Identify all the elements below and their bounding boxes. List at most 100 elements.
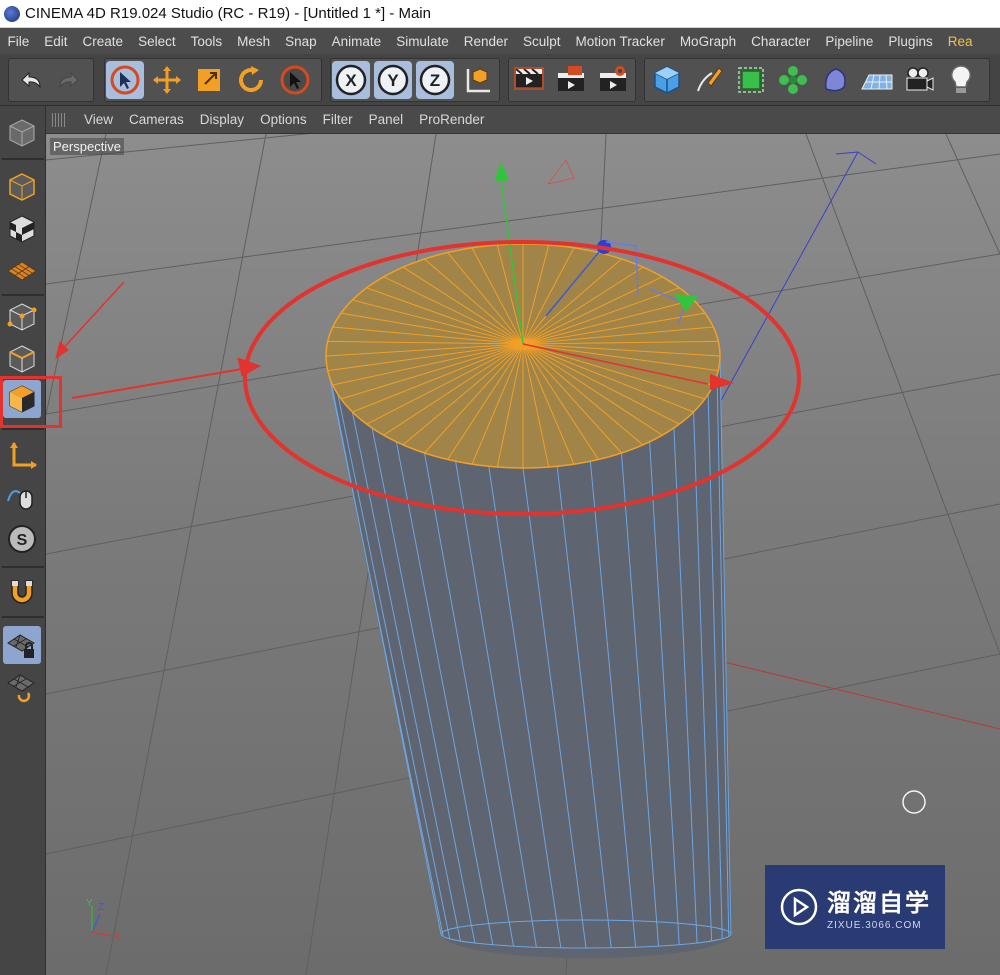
scale-icon bbox=[198, 69, 220, 91]
render-picture-viewer-icon bbox=[558, 66, 584, 91]
locked-workplane-button[interactable] bbox=[3, 626, 41, 664]
x-axis-lock-button[interactable]: X bbox=[332, 61, 370, 99]
menu-animate[interactable]: Animate bbox=[324, 34, 389, 49]
rotate-button[interactable] bbox=[232, 61, 270, 99]
edit-render-settings-icon bbox=[600, 66, 626, 91]
watermark: 溜溜自学 ZIXUE.3066.COM bbox=[765, 865, 945, 949]
deformer-button[interactable] bbox=[816, 61, 854, 99]
menu-simulate[interactable]: Simulate bbox=[389, 34, 457, 49]
light-icon bbox=[950, 65, 972, 93]
workplane-mode-button[interactable] bbox=[3, 252, 41, 290]
texture-mode-icon bbox=[9, 215, 35, 243]
viewport-menu-prorender[interactable]: ProRender bbox=[411, 112, 492, 127]
menu-plugins[interactable]: Plugins bbox=[881, 34, 940, 49]
viewport-menu-panel[interactable]: Panel bbox=[361, 112, 412, 127]
menu-motion-tracker[interactable]: Motion Tracker bbox=[568, 34, 672, 49]
undo-button[interactable] bbox=[12, 61, 50, 99]
redo-button[interactable] bbox=[50, 61, 88, 99]
menu-create[interactable]: Create bbox=[75, 34, 131, 49]
floor-icon bbox=[861, 74, 893, 90]
palette-separator bbox=[2, 616, 44, 618]
gizmo-x-handle[interactable] bbox=[710, 374, 734, 390]
menu-sculpt[interactable]: Sculpt bbox=[516, 34, 569, 49]
planar-workplane-button[interactable] bbox=[3, 668, 41, 706]
cloner-icon bbox=[779, 66, 807, 94]
viewport-menu-display[interactable]: Display bbox=[192, 112, 252, 127]
light-button[interactable] bbox=[942, 61, 980, 99]
indicator-x-label: X bbox=[114, 932, 121, 943]
menu-mograph[interactable]: MoGraph bbox=[672, 34, 743, 49]
scale-button[interactable] bbox=[190, 61, 228, 99]
pen-spline-button[interactable] bbox=[690, 61, 728, 99]
viewport-menu-bar: View Cameras Display Options Filter Pane… bbox=[46, 106, 1000, 134]
menu-edit[interactable]: Edit bbox=[37, 34, 75, 49]
edit-render-settings-button[interactable] bbox=[594, 61, 632, 99]
enable-axis-button[interactable] bbox=[3, 436, 41, 474]
viewport-grip-icon[interactable] bbox=[52, 112, 66, 127]
viewport-menu-view[interactable]: View bbox=[76, 112, 121, 127]
viewport-menu-cameras[interactable]: Cameras bbox=[121, 112, 192, 127]
camera-icon bbox=[906, 67, 934, 91]
grid-line bbox=[46, 134, 310, 161]
y-axis-lock-icon: Y bbox=[377, 64, 409, 96]
palette-separator bbox=[2, 158, 44, 160]
viewport-menu-options[interactable]: Options bbox=[252, 112, 315, 127]
menu-realflow[interactable]: Rea bbox=[940, 34, 980, 49]
menu-file[interactable]: File bbox=[0, 34, 37, 49]
y-axis-lock-button[interactable]: Y bbox=[374, 61, 412, 99]
camera-button[interactable] bbox=[900, 61, 938, 99]
cube-primitive-button[interactable] bbox=[648, 61, 686, 99]
snap-icon bbox=[11, 580, 33, 604]
deformer-icon bbox=[824, 68, 846, 92]
menu-select[interactable]: Select bbox=[131, 34, 184, 49]
mode-palette: S bbox=[0, 106, 46, 975]
model-mode-button[interactable] bbox=[3, 168, 41, 206]
tweak-mode-icon bbox=[7, 490, 33, 510]
coordinate-system-button[interactable] bbox=[458, 61, 496, 99]
tweak-mode-button[interactable] bbox=[3, 478, 41, 516]
menu-snap[interactable]: Snap bbox=[278, 34, 325, 49]
annotation-highlight-box bbox=[0, 376, 62, 428]
menu-pipeline[interactable]: Pipeline bbox=[818, 34, 881, 49]
make-editable-button[interactable] bbox=[3, 114, 41, 152]
render-picture-viewer-button[interactable] bbox=[552, 61, 590, 99]
menu-mesh[interactable]: Mesh bbox=[230, 34, 278, 49]
floor-button[interactable] bbox=[858, 61, 896, 99]
indicator-z-label: Z bbox=[98, 902, 104, 913]
points-mode-button[interactable] bbox=[3, 298, 41, 336]
viewport-menu-filter[interactable]: Filter bbox=[315, 112, 361, 127]
grid-line bbox=[805, 134, 1000, 655]
title-bar: CINEMA 4D R19.024 Studio (RC - R19) - [U… bbox=[0, 0, 1000, 28]
move-button[interactable] bbox=[148, 61, 186, 99]
window-title: CINEMA 4D R19.024 Studio (RC - R19) - [U… bbox=[25, 5, 431, 22]
subdivision-surface-icon bbox=[738, 67, 764, 93]
edges-mode-icon bbox=[9, 345, 35, 373]
rotate-icon bbox=[239, 66, 264, 93]
main-menu-bar: File Edit Create Select Tools Mesh Snap … bbox=[0, 28, 1000, 54]
make-editable-icon bbox=[9, 119, 35, 147]
viewport-scene[interactable]: Y X Z bbox=[46, 134, 1000, 975]
gizmo-y-handle[interactable] bbox=[494, 162, 509, 182]
render-view-button[interactable] bbox=[510, 61, 548, 99]
z-axis-lock-icon: Z bbox=[419, 64, 451, 96]
perspective-viewport[interactable]: Y X Z Perspective 溜溜自学 ZIXUE.3066.COM bbox=[46, 134, 1000, 975]
palette-separator bbox=[2, 294, 44, 296]
watermark-en: ZIXUE.3066.COM bbox=[827, 920, 922, 931]
solo-button[interactable]: S bbox=[3, 520, 41, 558]
subdivision-surface-button[interactable] bbox=[732, 61, 770, 99]
live-selection-button[interactable] bbox=[106, 61, 144, 99]
locked-workplane-icon bbox=[7, 634, 35, 658]
texture-mode-button[interactable] bbox=[3, 210, 41, 248]
navigation-cursor-icon bbox=[902, 790, 926, 814]
snap-button[interactable] bbox=[3, 572, 41, 610]
menu-character[interactable]: Character bbox=[744, 34, 818, 49]
camera-label[interactable]: Perspective bbox=[50, 138, 124, 155]
edges-mode-button[interactable] bbox=[3, 340, 41, 378]
z-axis-lock-button[interactable]: Z bbox=[416, 61, 454, 99]
cloner-button[interactable] bbox=[774, 61, 812, 99]
world-z-arrow bbox=[835, 151, 877, 165]
recent-tool-button[interactable] bbox=[276, 61, 314, 99]
menu-render[interactable]: Render bbox=[456, 34, 515, 49]
menu-tools[interactable]: Tools bbox=[183, 34, 230, 49]
cylinder-mesh[interactable] bbox=[325, 243, 732, 959]
